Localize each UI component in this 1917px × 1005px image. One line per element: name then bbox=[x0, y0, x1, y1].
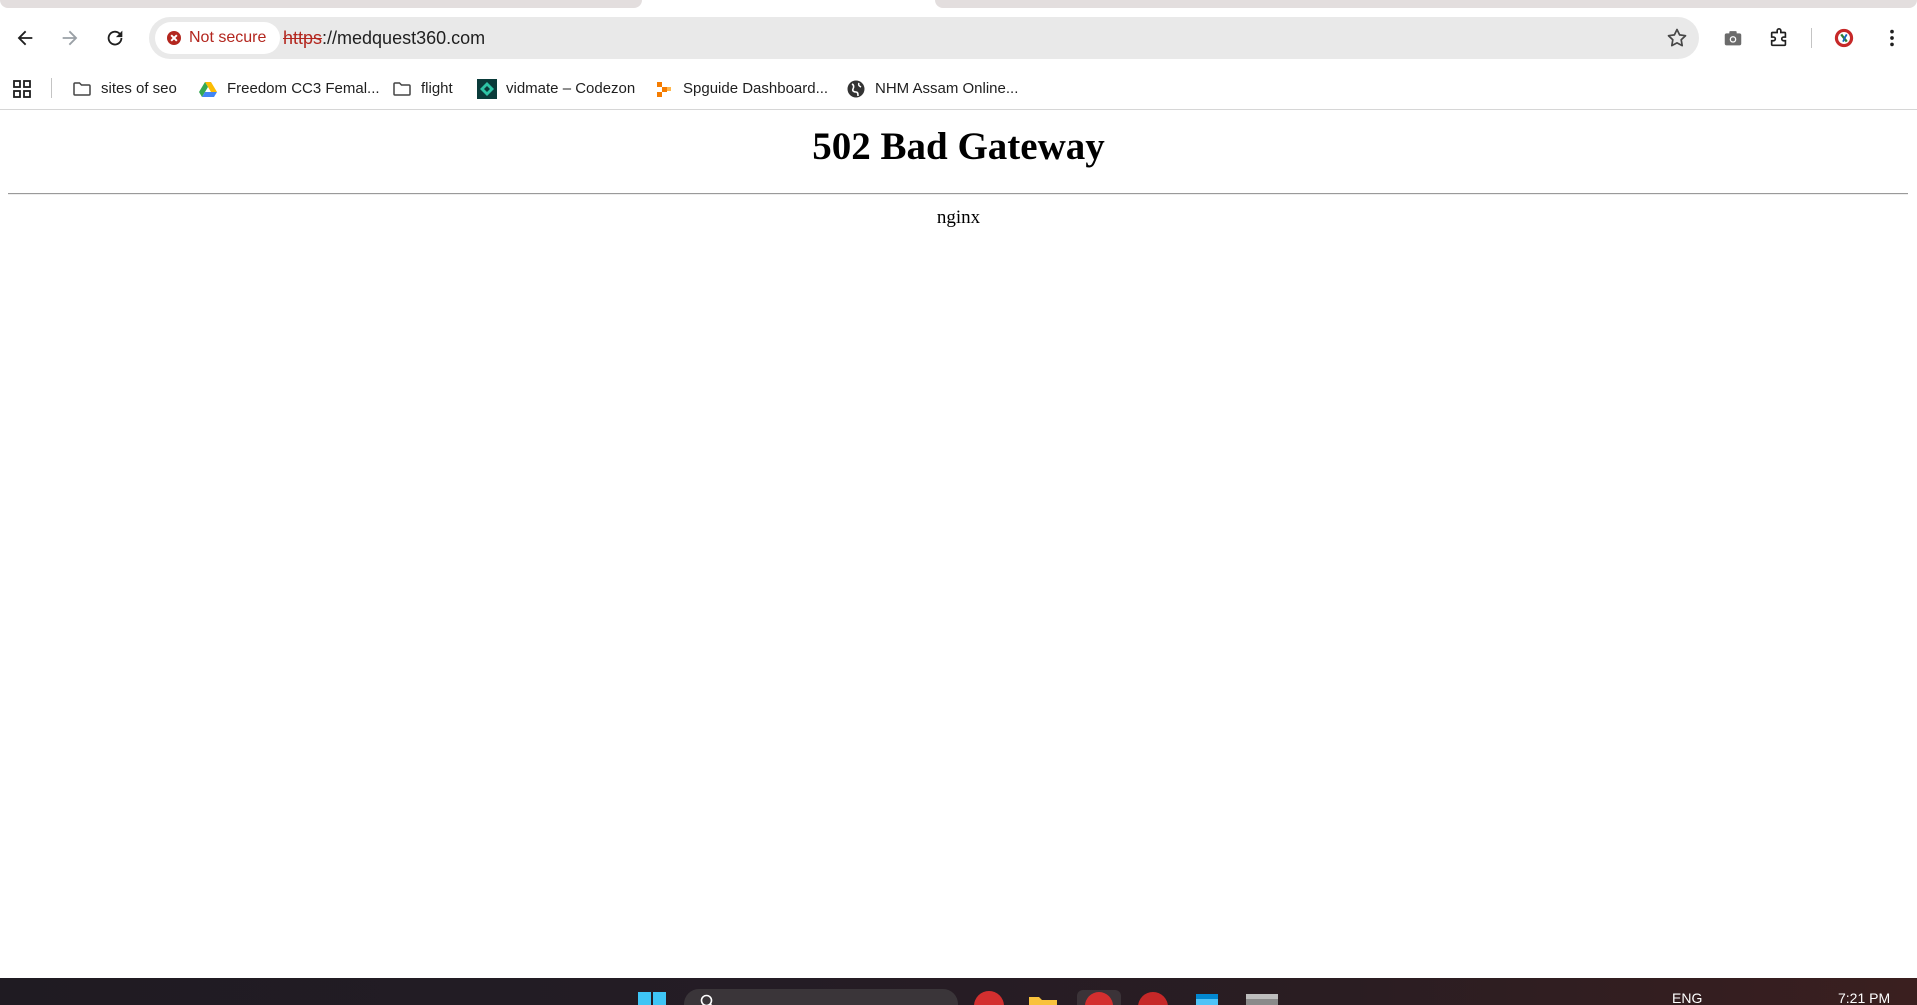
reload-icon bbox=[107, 30, 123, 46]
server-name: nginx bbox=[936, 207, 981, 228]
address-bar[interactable]: Not secure https://medquest360.com bbox=[149, 17, 1699, 59]
bookmark-spguide[interactable]: Spguide Dashboard... bbox=[654, 68, 828, 109]
horizontal-rule bbox=[8, 193, 1908, 195]
search-icon bbox=[700, 994, 713, 1005]
chrome-taskbar-icon bbox=[1085, 992, 1113, 1005]
browser-toolbar: Not secure https://medquest360.com bbox=[0, 8, 1917, 68]
extensions-icon bbox=[1770, 28, 1787, 47]
bookmark-label: sites of seo bbox=[101, 80, 177, 97]
spguide-icon bbox=[657, 81, 671, 97]
language-indicator[interactable]: ENG bbox=[1672, 990, 1702, 1005]
arrow-right-icon bbox=[62, 30, 78, 46]
camera-icon bbox=[1724, 31, 1742, 46]
bookmarks-bar: sites of seo Freedom CC3 Femal... flight… bbox=[0, 68, 1917, 110]
bookmark-flight[interactable]: flight bbox=[392, 68, 453, 109]
active-app-highlight[interactable] bbox=[1077, 990, 1121, 1005]
bookmark-label: Freedom CC3 Femal... bbox=[227, 80, 380, 97]
clock[interactable]: 7:21 PM bbox=[1838, 990, 1890, 1005]
bookmark-label: flight bbox=[421, 80, 453, 97]
globe-icon bbox=[847, 80, 865, 97]
bookmark-freedom-cc3[interactable]: Freedom CC3 Femal... bbox=[198, 68, 380, 109]
folder-icon bbox=[73, 81, 91, 96]
page-title: 502 Bad Gateway bbox=[812, 125, 1105, 168]
toolbar-divider bbox=[1811, 28, 1812, 48]
camera-button[interactable] bbox=[1715, 20, 1751, 56]
extensions-button[interactable] bbox=[1761, 20, 1797, 56]
profile-button[interactable] bbox=[1826, 20, 1862, 56]
bookmark-sites-of-seo[interactable]: sites of seo bbox=[72, 68, 177, 109]
forward-button[interactable] bbox=[52, 20, 88, 56]
url-host: ://medquest360.com bbox=[322, 28, 486, 48]
url-text[interactable]: https://medquest360.com bbox=[283, 17, 485, 59]
taskbar-search-box[interactable] bbox=[684, 989, 958, 1005]
url-scheme: https bbox=[283, 28, 323, 48]
arrow-left-icon bbox=[17, 30, 33, 46]
windows-start-icon[interactable] bbox=[638, 992, 666, 1005]
file-explorer-icon[interactable] bbox=[1028, 993, 1058, 1005]
bookmark-star-icon[interactable] bbox=[1665, 26, 1689, 50]
app-window-icon[interactable] bbox=[1246, 994, 1278, 1005]
inactive-tab[interactable] bbox=[935, 0, 1917, 8]
chrome-profile-taskbar-icon[interactable] bbox=[974, 991, 1004, 1005]
reload-button[interactable] bbox=[97, 20, 133, 56]
bookmark-label: vidmate – Codezon bbox=[506, 80, 636, 97]
menu-kebab-icon bbox=[1890, 29, 1894, 47]
page-content: 502 Bad Gateway nginx bbox=[0, 110, 1917, 978]
menu-button[interactable] bbox=[1874, 20, 1910, 56]
profile-avatar-icon bbox=[1834, 28, 1854, 48]
tab-strip bbox=[0, 0, 1917, 8]
taskbar: ENG 7:21 PM bbox=[0, 978, 1917, 1005]
apps-grid-icon bbox=[13, 79, 31, 98]
bookmark-nhm-assam[interactable]: NHM Assam Online... bbox=[846, 68, 1018, 109]
folder-icon bbox=[393, 81, 411, 96]
bookmark-vidmate[interactable]: vidmate – Codezon bbox=[477, 68, 635, 109]
inactive-tab[interactable] bbox=[0, 0, 642, 8]
notepad-icon[interactable] bbox=[1194, 992, 1220, 1005]
apps-button[interactable] bbox=[12, 68, 32, 109]
not-secure-icon bbox=[167, 31, 181, 45]
chrome-alt-profile-icon[interactable] bbox=[1138, 992, 1168, 1005]
back-button[interactable] bbox=[7, 20, 43, 56]
google-drive-icon bbox=[199, 81, 217, 97]
security-indicator[interactable]: Not secure bbox=[155, 22, 281, 54]
codezon-icon bbox=[477, 78, 497, 99]
bookmark-label: NHM Assam Online... bbox=[875, 80, 1019, 97]
bookmarks-divider bbox=[51, 78, 52, 98]
bookmark-label: Spguide Dashboard... bbox=[683, 80, 829, 97]
security-label: Not secure bbox=[189, 29, 267, 46]
